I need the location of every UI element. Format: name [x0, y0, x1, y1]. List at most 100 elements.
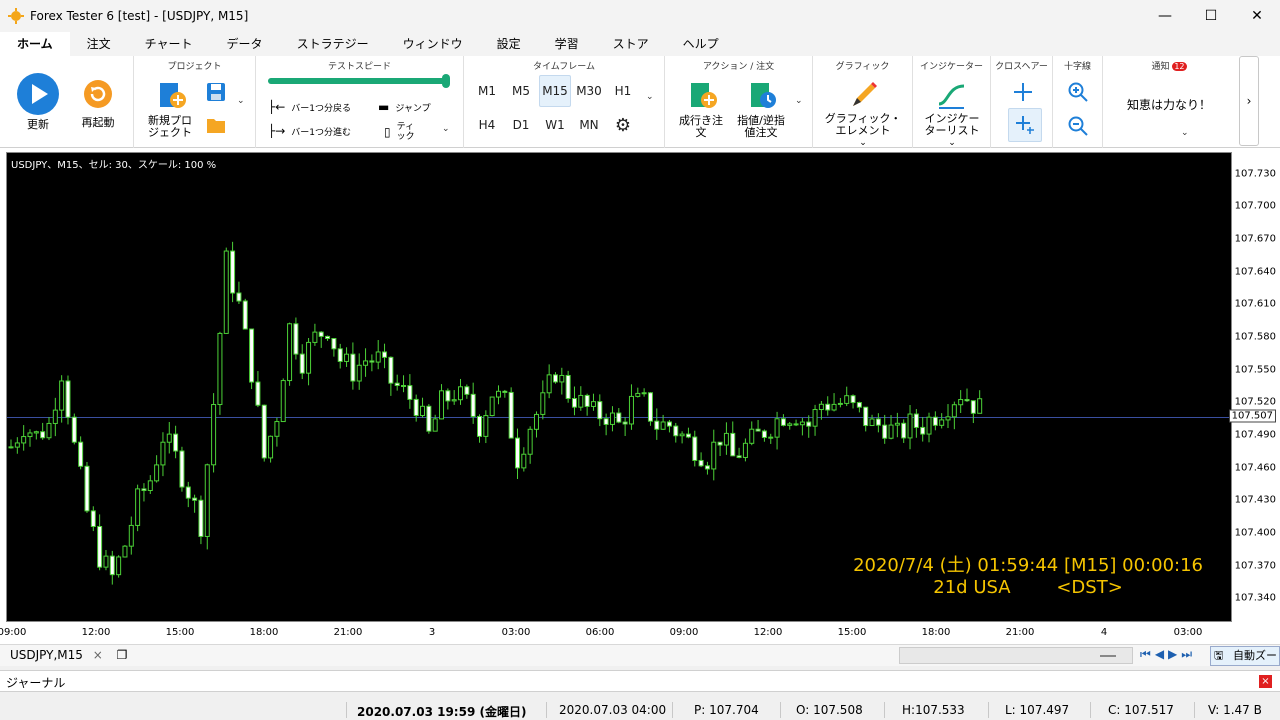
notify-group-title: 通知 12 — [1151, 62, 1187, 72]
price-chart[interactable]: USDJPY、M15、セル: 30、スケール: 100 % 2020/7/4 (… — [6, 152, 1232, 622]
tab-order[interactable]: 注文 — [70, 32, 128, 56]
save-icon[interactable] — [206, 82, 226, 102]
project-dropdown-icon[interactable]: ⌄ — [237, 96, 245, 106]
timeframe-m5[interactable]: M5 — [505, 75, 537, 107]
monitor-icon: 🖫 — [1214, 649, 1224, 662]
crosshair-icon[interactable] — [1013, 82, 1033, 102]
time-axis[interactable]: 09:00 12:00 15:00 18:00 21:00 3 03:00 06:00 09:0… — [0, 622, 1232, 644]
ribbon-scroll-right-icon[interactable]: › — [1239, 56, 1259, 146]
indicator-list-button[interactable]: インジケー ターリスト ⌄ — [919, 80, 985, 149]
speed-dropdown-icon[interactable]: ⌄ — [442, 124, 450, 134]
pending-order-button[interactable]: 指値/逆指 値注文 — [733, 80, 789, 139]
minimize-button[interactable]: — — [1142, 0, 1188, 32]
back-one-bar-button[interactable]: ├← バー1つ分戻る — [268, 100, 351, 114]
timeframe-h4[interactable]: H4 — [471, 109, 503, 141]
scrollbar-thumb[interactable] — [1100, 655, 1116, 657]
candle-body — [799, 421, 805, 426]
timeframe-dropdown-icon[interactable]: ⌄ — [646, 92, 654, 102]
notify-dropdown-icon[interactable]: ⌄ — [1181, 128, 1189, 138]
tick-button[interactable]: ▯ ティ ック — [384, 122, 415, 142]
candle-body — [920, 426, 926, 435]
new-project-button[interactable]: 新規プロ ジェクト — [146, 80, 194, 139]
candle-body — [287, 323, 293, 382]
auto-zoom-button[interactable]: 🖫 自動ズー — [1210, 646, 1280, 666]
chart-tab-usdjpy[interactable]: USDJPY,M15 × ❐ — [10, 648, 127, 662]
tab-data[interactable]: データ — [210, 32, 280, 56]
chart-scrollbar[interactable] — [899, 647, 1133, 664]
crosshair-plus-button[interactable] — [1008, 108, 1042, 142]
open-folder-icon[interactable] — [206, 116, 226, 134]
candle-body — [926, 416, 932, 435]
timeframe-m15[interactable]: M15 — [539, 75, 571, 107]
tab-learning[interactable]: 学習 — [538, 32, 596, 56]
candle-body — [692, 436, 698, 461]
candle-body — [401, 385, 407, 388]
market-order-button[interactable]: 成行き注 文 — [673, 80, 729, 139]
candle-body — [52, 409, 58, 424]
candle-body — [711, 441, 717, 470]
candle-body — [679, 433, 685, 437]
jump-button[interactable]: ▬ ジャンプ — [378, 100, 431, 114]
candle-body — [477, 415, 483, 437]
forward-one-bar-button[interactable]: ├→ バー1つ分進む — [268, 124, 351, 138]
group-graphic: グラフィック グラフィック・ エレメント ⌄ — [813, 56, 913, 148]
chart-tab-bar: USDJPY,M15 × ❐ ⏮◀▶⏭ 🖫 自動ズー — [0, 644, 1280, 666]
candle-body — [939, 419, 945, 426]
restart-button[interactable]: 再起動 — [74, 78, 122, 129]
tab-settings[interactable]: 設定 — [480, 32, 538, 56]
new-window-icon[interactable]: ❐ — [117, 648, 128, 662]
speed-slider-knob[interactable] — [442, 74, 450, 88]
maximize-button[interactable]: ☐ — [1188, 0, 1234, 32]
chart-clock-session: 21d USA <DST> — [933, 577, 1123, 598]
candle-body — [413, 398, 419, 417]
timeframe-m30[interactable]: M30 — [573, 75, 605, 107]
price-axis[interactable]: 107.730 107.700 107.670 107.640 107.610 107.5… — [1228, 152, 1280, 622]
time-tick-label: 12:00 — [753, 627, 783, 638]
step-forward-icon: ├→ — [268, 124, 286, 138]
tab-chart[interactable]: チャート — [128, 32, 210, 56]
candle-body — [426, 405, 432, 432]
close-button[interactable]: ✕ — [1234, 0, 1280, 32]
speed-slider[interactable] — [268, 74, 450, 88]
candle-body — [109, 555, 115, 576]
candle-body — [356, 364, 362, 382]
tab-store[interactable]: ストア — [596, 32, 666, 56]
first-bar-icon[interactable]: ⏮ — [1140, 647, 1155, 661]
order-dropdown-icon[interactable]: ⌄ — [795, 96, 803, 106]
journal-close-icon[interactable]: × — [1259, 675, 1272, 688]
timeframe-d1[interactable]: D1 — [505, 109, 537, 141]
candle-body — [363, 360, 369, 366]
graphic-elements-button[interactable]: グラフィック・ エレメント ⌄ — [823, 80, 903, 149]
candle-body — [255, 381, 261, 406]
timeframe-w1[interactable]: W1 — [539, 109, 571, 141]
candle-body — [774, 418, 780, 438]
group-project: プロジェクト 新規プロ ジェクト ⌄ — [134, 56, 256, 148]
tick-icon: ▯ — [384, 125, 391, 139]
prev-bar-icon[interactable]: ◀ — [1155, 647, 1168, 661]
close-tab-icon[interactable]: × — [93, 648, 103, 662]
candle-body — [825, 403, 831, 411]
notify-message[interactable]: 知恵は力なり！ — [1103, 96, 1235, 113]
timeframe-m1[interactable]: M1 — [471, 75, 503, 107]
time-tick-label: 21:00 — [1005, 627, 1035, 638]
candle-body — [546, 374, 552, 394]
candle-body — [71, 416, 77, 443]
timeframe-settings-gear-icon[interactable]: ⚙ — [607, 109, 639, 141]
candle-body — [97, 526, 103, 568]
update-button[interactable]: 更新 — [12, 72, 64, 131]
zoom-in-icon[interactable] — [1068, 82, 1088, 102]
tab-help[interactable]: ヘルプ — [666, 32, 736, 56]
candle-body — [179, 450, 185, 488]
candle-body — [147, 480, 153, 492]
tab-home[interactable]: ホーム — [0, 32, 70, 56]
tab-strategy[interactable]: ストラテジー — [280, 32, 386, 56]
zoom-out-icon[interactable] — [1068, 116, 1088, 136]
price-tick-label: 107.610 — [1234, 298, 1276, 310]
timeframe-mn[interactable]: MN — [573, 109, 605, 141]
navigation-arrows[interactable]: ⏮◀▶⏭ — [1140, 647, 1196, 662]
timeframe-h1[interactable]: H1 — [607, 75, 639, 107]
next-bar-icon[interactable]: ▶ — [1168, 647, 1181, 661]
restart-icon — [84, 80, 112, 108]
last-bar-icon[interactable]: ⏭ — [1181, 647, 1196, 661]
tab-window[interactable]: ウィンドウ — [386, 32, 480, 56]
